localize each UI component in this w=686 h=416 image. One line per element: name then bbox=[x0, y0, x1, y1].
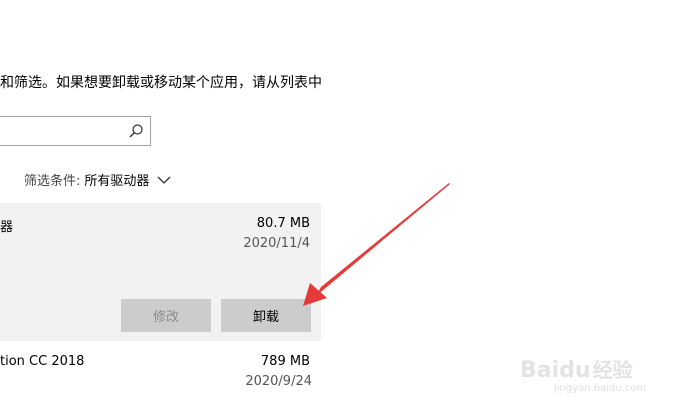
app-date: 2020/9/24 bbox=[245, 374, 312, 389]
drive-filter[interactable]: 筛选条件: 所有驱动器 bbox=[24, 170, 171, 189]
page-description: 和筛选。如果想要卸载或移动某个应用，请从列表中 bbox=[0, 75, 322, 91]
modify-button[interactable]: 修改 bbox=[121, 299, 211, 332]
search-input[interactable] bbox=[0, 117, 122, 145]
uninstall-button[interactable]: 卸载 bbox=[221, 299, 311, 332]
filter-value[interactable]: 所有驱动器 bbox=[84, 170, 149, 189]
app-date: 2020/11/4 bbox=[243, 236, 310, 251]
chevron-down-icon[interactable] bbox=[157, 175, 171, 185]
watermark-text: Baidu 经验 bbox=[520, 358, 633, 383]
app-size: 789 MB bbox=[260, 354, 310, 369]
app-name[interactable]: tion CC 2018 bbox=[0, 354, 84, 369]
app-name: 器 bbox=[0, 220, 14, 235]
baidu-watermark: Baidu 经验 jingyan.baidu.com bbox=[520, 350, 670, 400]
watermark-url: jingyan.baidu.com bbox=[554, 383, 647, 394]
search-icon[interactable] bbox=[128, 123, 144, 139]
filter-label: 筛选条件: bbox=[24, 174, 81, 189]
search-box[interactable] bbox=[0, 116, 151, 146]
app-size: 80.7 MB bbox=[256, 216, 310, 231]
